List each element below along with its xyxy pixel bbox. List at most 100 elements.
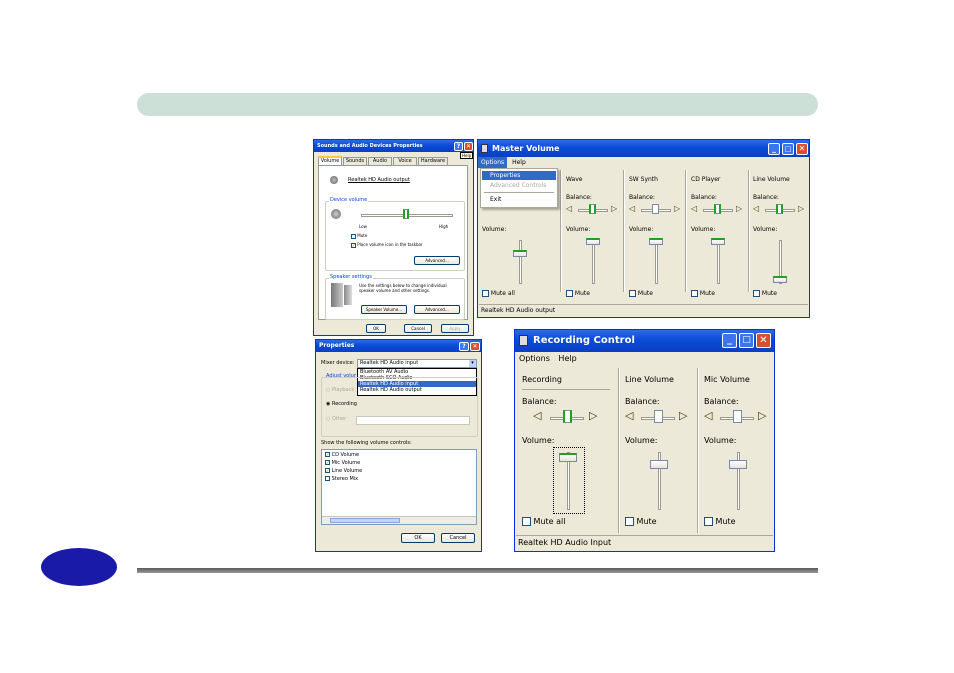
close-button[interactable]: ✕ <box>470 342 480 351</box>
close-button[interactable]: ✕ <box>796 143 808 155</box>
app-icon <box>481 144 488 153</box>
ok-button[interactable]: OK <box>401 533 435 543</box>
control-cd-volume[interactable]: ✓ CD Volume <box>325 452 359 458</box>
button-label: Apply <box>449 326 461 331</box>
control-stereo-mix[interactable]: Stereo Mix <box>325 476 358 482</box>
volume-slider[interactable] <box>650 460 668 469</box>
balance-slider[interactable] <box>563 410 572 423</box>
apply-button[interactable]: Apply <box>441 324 469 333</box>
status-bar: Realtek HD Audio output <box>479 304 808 316</box>
left-speaker-icon: ◁ <box>704 409 713 422</box>
ok-button[interactable]: OK <box>366 324 386 333</box>
balance-slider[interactable] <box>733 410 742 423</box>
volume-slider[interactable] <box>586 238 600 245</box>
menu-item-advanced-controls[interactable]: Advanced Controls <box>482 181 556 190</box>
device-volume-label: Device volume <box>329 197 369 203</box>
balance-slider[interactable] <box>776 204 783 214</box>
left-speaker-icon: ◁ <box>629 204 636 213</box>
other-device-select[interactable] <box>356 416 470 425</box>
mute-checkbox[interactable]: Mute <box>625 517 657 526</box>
right-speaker-icon: ▷ <box>798 204 805 213</box>
left-speaker-icon: ◁ <box>753 204 760 213</box>
window-title: Recording Control <box>533 335 635 346</box>
tab-volume[interactable]: Volume <box>318 156 342 165</box>
header-bar <box>137 93 818 116</box>
maximize-button[interactable]: □ <box>782 143 794 155</box>
menu-help[interactable]: Help <box>558 352 576 366</box>
volume-slider[interactable] <box>649 238 663 245</box>
right-speaker-icon: ▷ <box>589 409 598 422</box>
button-label: OK <box>414 535 422 541</box>
tab-label: Hardware <box>420 158 446 164</box>
minimize-button[interactable]: _ <box>722 333 737 348</box>
high-label: High <box>439 224 449 229</box>
control-mic-volume[interactable]: ✓ Mic Volume <box>325 460 360 466</box>
advanced-button-1[interactable]: Advanced... <box>414 256 460 265</box>
help-title-button[interactable]: ? <box>459 342 469 351</box>
balance-label: Balance: <box>629 194 655 201</box>
low-label: Low <box>359 224 367 229</box>
app-icon <box>519 335 528 346</box>
place-icon-checkbox[interactable]: ✓ Place volume icon in the taskbar <box>351 242 423 248</box>
mute-label: Mute <box>636 517 657 526</box>
mute-checkbox[interactable]: Mute <box>566 290 590 297</box>
control-label: Mic Volume <box>331 460 361 466</box>
mixer-device-select[interactable]: Realtek HD Audio input ▾ <box>357 359 477 368</box>
column-separator <box>748 170 749 292</box>
cancel-button[interactable]: Cancel <box>404 324 432 333</box>
volume-slider[interactable] <box>711 238 725 245</box>
tab-label: Sounds <box>345 158 365 164</box>
volume-slider[interactable] <box>773 276 787 283</box>
other-radio[interactable]: ○ Other <box>326 416 346 422</box>
select-value: Realtek HD Audio input <box>360 360 419 366</box>
balance-slider[interactable] <box>654 410 663 423</box>
place-icon-label: Place volume icon in the taskbar <box>357 242 423 247</box>
balance-slider[interactable] <box>589 204 596 214</box>
control-line-volume[interactable]: ✓ Line Volume <box>325 468 362 474</box>
speaker-volume-button[interactable]: Speaker Volume... <box>361 305 407 314</box>
minimize-button[interactable]: _ <box>768 143 780 155</box>
horizontal-scrollbar[interactable] <box>322 516 476 524</box>
recording-volume-slider[interactable] <box>559 453 577 462</box>
playback-radio[interactable]: ○ Playback <box>326 387 356 393</box>
mute-checkbox[interactable]: Mute <box>351 233 367 239</box>
device-volume-slider[interactable] <box>403 209 409 219</box>
tab-hardware[interactable]: Hardware <box>418 157 448 165</box>
mute-checkbox[interactable]: Mute <box>704 517 736 526</box>
mute-checkbox[interactable]: Mute <box>629 290 653 297</box>
help-title-button[interactable]: ? <box>454 142 463 151</box>
volume-track <box>592 240 595 284</box>
balance-slider[interactable] <box>714 204 721 214</box>
tab-label: Voice <box>398 158 412 164</box>
left-speaker-icon: ◁ <box>566 204 573 213</box>
device-name: Realtek HD Audio output <box>348 177 410 183</box>
menu-options[interactable]: Options <box>478 157 508 168</box>
balance-slider[interactable] <box>652 204 659 214</box>
menu-item-properties[interactable]: Properties <box>482 171 556 180</box>
checkbox-box <box>629 290 636 297</box>
tab-voice[interactable]: Voice <box>393 157 417 165</box>
window-title: Master Volume <box>492 144 560 153</box>
tab-sounds[interactable]: Sounds <box>343 157 367 165</box>
master-volume-track <box>519 240 522 284</box>
volume-slider[interactable] <box>729 460 747 469</box>
advanced-button-2[interactable]: Advanced... <box>414 305 460 314</box>
recording-radio[interactable]: ◉ Recording <box>326 401 357 407</box>
mute-checkbox[interactable]: Mute <box>753 290 777 297</box>
master-volume-slider[interactable] <box>513 250 527 257</box>
mute-checkbox[interactable]: Mute <box>691 290 715 297</box>
mute-all-checkbox[interactable]: Mute all <box>482 290 515 297</box>
maximize-button[interactable]: □ <box>739 333 754 348</box>
mute-all-checkbox[interactable]: Mute all <box>522 517 565 526</box>
cancel-button[interactable]: Cancel <box>441 533 475 543</box>
tab-label: Audio <box>372 158 388 164</box>
menu-help[interactable]: Help <box>509 157 529 168</box>
menu-item-exit[interactable]: Exit <box>482 195 556 204</box>
close-button[interactable]: ✕ <box>464 142 473 151</box>
volume-label: Volume: <box>482 226 507 233</box>
menu-options[interactable]: Options <box>519 352 556 366</box>
title-bar: Properties <box>316 340 481 352</box>
close-button[interactable]: ✕ <box>756 333 771 348</box>
tab-audio[interactable]: Audio <box>368 157 392 165</box>
scrollbar-thumb[interactable] <box>330 518 400 523</box>
